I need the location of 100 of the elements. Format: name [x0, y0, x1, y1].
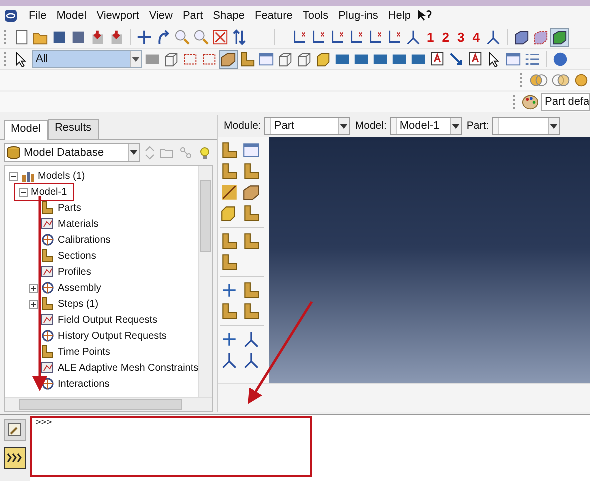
context-dropdown[interactable] [492, 117, 560, 135]
model-database-dropdown[interactable]: Model Database [4, 143, 140, 162]
l-shape-icon[interactable] [220, 141, 239, 160]
tree-item[interactable]: Field Output Requests [58, 314, 158, 326]
axes-icon[interactable] [329, 28, 346, 46]
expand-toggle[interactable] [29, 300, 38, 308]
context-dropdown[interactable]: Model-1 [390, 117, 462, 135]
cubes-icon[interactable] [163, 50, 180, 68]
tab[interactable]: Model [4, 120, 48, 140]
l-shape-icon[interactable] [242, 162, 261, 181]
magnifier-icon[interactable] [174, 28, 191, 46]
tree-item-icon [41, 217, 55, 231]
menu-item[interactable]: File [24, 10, 52, 22]
l-shape-icon[interactable] [242, 232, 261, 251]
tree-item-icon [21, 169, 35, 183]
tree-item[interactable]: Models (1) [38, 170, 86, 182]
overlapping-circles-icon[interactable] [529, 72, 549, 88]
caret-icon [550, 124, 558, 128]
tree-item[interactable]: Interactions [58, 378, 110, 390]
axes-icon[interactable] [484, 28, 502, 46]
circle-icon[interactable] [573, 72, 590, 88]
palette-icon[interactable] [522, 94, 539, 110]
axes-icon[interactable] [386, 28, 403, 46]
cube-icon[interactable] [512, 28, 530, 46]
tree-item[interactable]: Sections [58, 250, 96, 262]
overlapping-circles-icon[interactable] [551, 72, 571, 88]
menu-item[interactable]: Model [52, 10, 92, 22]
menu-item[interactable]: Plug-ins [334, 10, 384, 22]
up-down-arrows-icon[interactable] [231, 28, 248, 46]
tree-item[interactable]: History Output Requests [58, 330, 167, 342]
table-icon[interactable] [258, 50, 275, 68]
tree-item[interactable]: Time Points [58, 346, 110, 358]
tree-item[interactable]: Steps (1) [58, 298, 99, 310]
expand-toggle[interactable] [29, 284, 38, 292]
l-shape-icon[interactable] [242, 204, 261, 223]
caret-icon [132, 56, 140, 62]
axes-icon[interactable] [220, 351, 239, 370]
horizontal-scrollbar[interactable] [5, 397, 212, 411]
context-dropdown[interactable]: Part [264, 117, 350, 135]
tree-item-icon [41, 329, 55, 343]
plus-icon[interactable] [220, 330, 239, 349]
cube-icon[interactable] [277, 50, 294, 68]
table-icon[interactable] [242, 141, 261, 160]
python-shell-toggle[interactable] [4, 447, 26, 469]
menu-item[interactable]: Help [383, 10, 416, 22]
view-number-button[interactable]: 2 [439, 30, 452, 44]
axes-icon[interactable] [310, 28, 327, 46]
view-number-button[interactable]: 3 [454, 30, 468, 44]
circle-icon[interactable] [552, 50, 569, 68]
pencil-icon [8, 423, 22, 437]
axes-icon[interactable] [242, 351, 261, 370]
view-number-button[interactable]: 1 [424, 30, 438, 44]
light-bulb-icon[interactable] [198, 146, 212, 160]
tree-item[interactable]: Parts [58, 202, 82, 214]
box-icon[interactable] [242, 183, 261, 202]
nodes-icon[interactable] [179, 146, 193, 160]
viewport-canvas[interactable] [269, 137, 590, 383]
message-area-toggle[interactable] [4, 419, 26, 441]
context-label: Part: [466, 120, 490, 132]
menu-item[interactable]: Shape [208, 10, 250, 22]
help-cursor-icon[interactable] [416, 9, 432, 23]
tree-item-icon [41, 233, 55, 247]
tab[interactable]: Results [48, 119, 99, 139]
selection-filter-dropdown[interactable]: All [32, 50, 142, 68]
axes-icon[interactable] [348, 28, 365, 46]
menu-item[interactable]: Tools [298, 10, 334, 22]
table-icon[interactable] [505, 50, 522, 68]
l-shape-icon[interactable] [242, 281, 261, 300]
axes-icon[interactable] [242, 330, 261, 349]
view-number-button[interactable]: 4 [470, 30, 483, 44]
magnifier-icon[interactable] [193, 28, 210, 46]
text-frame-icon[interactable] [467, 50, 484, 68]
collapse-toggle[interactable] [19, 188, 28, 196]
menu-item[interactable]: Feature [250, 10, 298, 22]
l-shape-icon[interactable] [220, 162, 239, 181]
diagonal-line-icon[interactable] [220, 183, 239, 202]
tree-item[interactable]: ALE Adaptive Mesh Constraints [58, 362, 198, 374]
l-shape-icon[interactable] [242, 302, 261, 321]
menu-item[interactable]: View [144, 10, 178, 22]
arrow-icon[interactable] [448, 50, 465, 68]
tree-item[interactable]: Assembly [58, 282, 102, 294]
tree-item[interactable]: Profiles [58, 266, 92, 278]
tree-item[interactable]: Model-1 [31, 186, 68, 198]
axes-icon[interactable] [405, 28, 422, 46]
cube-icon[interactable] [550, 28, 568, 46]
menu-item[interactable]: Viewport [92, 10, 144, 22]
tree-item[interactable]: Materials [58, 218, 99, 230]
box-icon[interactable] [220, 50, 237, 68]
l-shape-icon[interactable] [220, 232, 239, 251]
axes-icon[interactable] [367, 28, 384, 46]
menu-item[interactable]: Part [178, 10, 208, 22]
vertical-scrollbar[interactable] [198, 166, 212, 397]
caret-icon [340, 124, 348, 128]
l-shape-icon[interactable] [220, 253, 239, 272]
cube-icon[interactable] [532, 28, 549, 46]
collapse-toggle[interactable] [9, 172, 18, 180]
axes-icon[interactable] [291, 28, 308, 46]
cube-icon[interactable] [296, 50, 313, 68]
l-shape-icon[interactable] [220, 302, 239, 321]
tree-item[interactable]: Calibrations [58, 234, 111, 246]
